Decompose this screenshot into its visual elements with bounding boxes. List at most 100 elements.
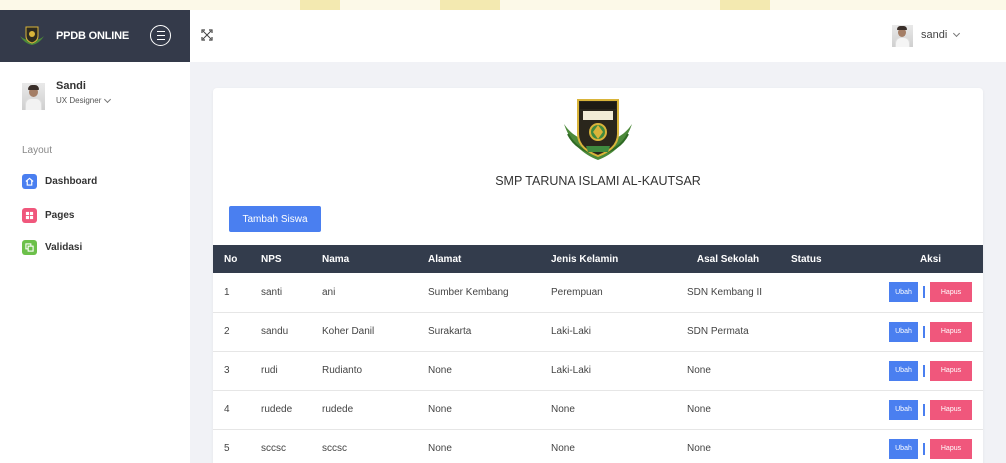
table-row: 4 rudede rudede None None None Ubah Hapu…	[213, 390, 983, 430]
header-username: sandi	[921, 29, 948, 41]
sidebar-item-dashboard[interactable]: Dashboard	[22, 174, 97, 189]
sidebar-item-label: Dashboard	[45, 176, 98, 187]
cell-nps: rudi	[250, 351, 311, 391]
cell-nps: sccsc	[250, 429, 311, 463]
edit-button[interactable]: Ubah	[889, 438, 918, 459]
fullscreen-icon[interactable]	[200, 28, 214, 42]
cell-nama: Rudianto	[311, 351, 417, 391]
menu-toggle-icon[interactable]	[150, 25, 171, 46]
chevron-down-icon	[104, 95, 112, 103]
cell-nps: sandu	[250, 312, 311, 352]
cell-nps: rudede	[250, 390, 311, 430]
sidebar: PPDB ONLINE Sandi UX Designer Layout Das…	[0, 10, 190, 463]
sidebar-item-label: Validasi	[45, 242, 83, 253]
table-header-row: No NPS Nama Alamat Jenis Kelamin Asal Se…	[213, 245, 983, 273]
col-header-no: No	[224, 253, 238, 265]
edit-button[interactable]: Ubah	[889, 360, 918, 381]
brand-name: PPDB ONLINE	[56, 30, 129, 42]
top-banner-strip	[0, 0, 1006, 10]
brand-bar: PPDB ONLINE	[0, 10, 190, 62]
cell-aksi: Ubah Hapus	[848, 273, 983, 313]
delete-button[interactable]: Hapus	[930, 438, 972, 459]
user-menu[interactable]: sandi	[921, 29, 961, 41]
user-role[interactable]: UX Designer	[56, 95, 112, 105]
cell-jenis-kelamin: Laki-Laki	[540, 351, 676, 391]
school-crest-icon	[18, 23, 46, 49]
cell-alamat: None	[417, 390, 540, 430]
delete-button[interactable]: Hapus	[930, 360, 972, 381]
user-role-label: UX Designer	[56, 96, 102, 105]
cell-status	[780, 429, 848, 463]
chevron-down-icon	[953, 29, 961, 38]
home-icon	[22, 174, 37, 189]
cell-status	[780, 273, 848, 313]
cell-alamat: None	[417, 429, 540, 463]
cell-nama: rudede	[311, 390, 417, 430]
user-name: Sandi	[56, 80, 86, 92]
sidebar-user[interactable]: Sandi UX Designer	[22, 80, 112, 110]
cell-asal-sekolah: SDN Permata	[676, 312, 780, 352]
edit-button[interactable]: Ubah	[889, 321, 918, 342]
col-header-nama: Nama	[322, 253, 350, 265]
school-name: SMP TARUNA ISLAMI AL-KAUTSAR	[495, 174, 701, 188]
cell-aksi: Ubah Hapus	[848, 390, 983, 430]
cell-alamat: None	[417, 351, 540, 391]
avatar[interactable]	[892, 25, 913, 47]
cell-jenis-kelamin: Perempuan	[540, 273, 676, 313]
cell-alamat: Sumber Kembang	[417, 273, 540, 313]
cell-jenis-kelamin: None	[540, 390, 676, 430]
cell-no: 4	[213, 390, 250, 430]
cell-asal-sekolah: None	[676, 390, 780, 430]
school-crest-icon	[562, 94, 634, 170]
delete-button[interactable]: Hapus	[930, 321, 972, 342]
cell-nama: Koher Danil	[311, 312, 417, 352]
cell-jenis-kelamin: None	[540, 429, 676, 463]
separator	[923, 325, 925, 338]
table-row: 3 rudi Rudianto None Laki-Laki None Ubah…	[213, 351, 983, 391]
cell-status	[780, 390, 848, 430]
cell-asal-sekolah: SDN Kembang II	[676, 273, 780, 313]
col-header-status: Status	[791, 253, 822, 265]
sidebar-item-pages[interactable]: Pages	[22, 208, 74, 223]
avatar	[22, 83, 45, 110]
sidebar-item-label: Pages	[45, 210, 75, 221]
cell-asal-sekolah: None	[676, 429, 780, 463]
grid-icon	[22, 208, 37, 223]
cell-no: 1	[213, 273, 250, 313]
table-row: 1 santi ani Sumber Kembang Perempuan SDN…	[213, 273, 983, 313]
cell-nama: sccsc	[311, 429, 417, 463]
cell-aksi: Ubah Hapus	[848, 429, 983, 463]
col-header-nps: NPS	[261, 253, 282, 265]
copy-icon	[22, 240, 37, 255]
cell-jenis-kelamin: Laki-Laki	[540, 312, 676, 352]
section-label: Layout	[22, 145, 53, 156]
col-header-jenis-kelamin: Jenis Kelamin	[551, 253, 619, 265]
delete-button[interactable]: Hapus	[930, 399, 972, 420]
edit-button[interactable]: Ubah	[889, 399, 918, 420]
student-table: No NPS Nama Alamat Jenis Kelamin Asal Se…	[213, 245, 983, 463]
table-row: 2 sandu Koher Danil Surakarta Laki-Laki …	[213, 312, 983, 352]
student-card: SMP TARUNA ISLAMI AL-KAUTSAR Tambah Sisw…	[213, 88, 983, 463]
cell-status	[780, 312, 848, 352]
cell-asal-sekolah: None	[676, 351, 780, 391]
separator	[923, 442, 925, 455]
cell-no: 3	[213, 351, 250, 391]
cell-nama: ani	[311, 273, 417, 313]
separator	[923, 364, 925, 377]
edit-button[interactable]: Ubah	[889, 282, 918, 303]
col-header-asal-sekolah: Asal Sekolah	[696, 253, 760, 265]
cell-no: 2	[213, 312, 250, 352]
top-header: sandi	[190, 10, 1006, 62]
separator	[923, 286, 925, 299]
cell-aksi: Ubah Hapus	[848, 351, 983, 391]
cell-no: 5	[213, 429, 250, 463]
sidebar-item-validasi[interactable]: Validasi	[22, 240, 82, 255]
col-header-aksi: Aksi	[919, 253, 942, 265]
table-row: 5 sccsc sccsc None None None Ubah Hapus	[213, 429, 983, 463]
add-student-button[interactable]: Tambah Siswa	[229, 206, 321, 232]
cell-nps: santi	[250, 273, 311, 313]
delete-button[interactable]: Hapus	[930, 282, 972, 303]
col-header-alamat: Alamat	[428, 253, 462, 265]
separator	[923, 403, 925, 416]
cell-alamat: Surakarta	[417, 312, 540, 352]
